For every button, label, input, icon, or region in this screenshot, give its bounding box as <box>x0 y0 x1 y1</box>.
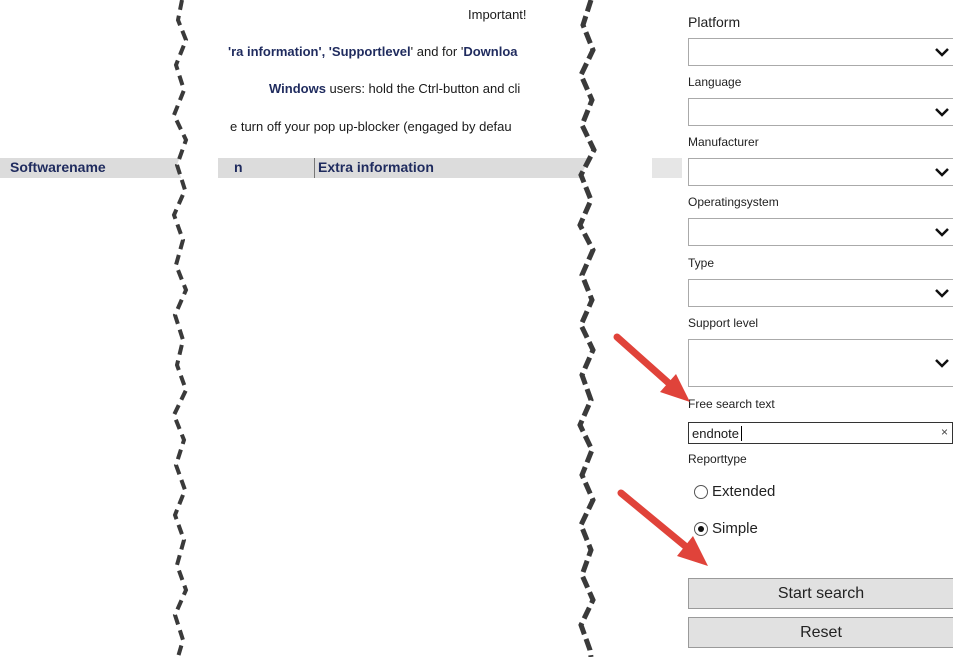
chevron-down-icon <box>935 228 949 237</box>
column-header-extra-information[interactable]: Extra information <box>318 159 434 175</box>
chevron-down-icon <box>935 289 949 298</box>
info-supportlevel: Supportlevel <box>331 44 411 59</box>
support-level-label: Support level <box>688 316 759 330</box>
language-label: Language <box>688 75 742 89</box>
operatingsystem-label: Operatingsystem <box>688 195 779 209</box>
column-header-softwarename[interactable]: Softwarename <box>10 159 106 175</box>
free-search-input[interactable]: endnote × <box>688 422 953 444</box>
manufacturer-select[interactable] <box>688 158 953 186</box>
clear-icon[interactable]: × <box>941 425 948 439</box>
torn-edge-middle-left <box>218 0 230 140</box>
torn-edge-left <box>171 0 198 657</box>
important-heading: Important! <box>468 7 527 22</box>
table-header-middle: n Extra information <box>218 158 608 178</box>
search-panel: Platform Language Manufacturer Operating… <box>688 0 953 657</box>
radio-simple[interactable]: Simple <box>694 520 758 537</box>
info-download: Downloa <box>463 44 518 59</box>
manufacturer-label: Manufacturer <box>688 135 759 149</box>
radio-extended-label: Extended <box>712 483 776 500</box>
left-strip: Softwarename <box>0 0 198 657</box>
reset-button[interactable]: Reset <box>688 617 953 648</box>
start-search-button[interactable]: Start search <box>688 578 953 609</box>
free-search-label: Free search text <box>688 397 775 411</box>
radio-checked-icon[interactable] <box>694 521 708 536</box>
info-line-popup: e turn off your pop up-blocker (engaged … <box>230 119 512 134</box>
arrow-icon <box>613 333 690 402</box>
info-windows: Windows <box>269 81 326 96</box>
platform-label: Platform <box>688 14 741 30</box>
free-search-value: endnote <box>692 426 739 441</box>
radio-unchecked-icon[interactable] <box>694 484 708 499</box>
info-ctrl-text: users: hold the Ctrl-button and cli <box>325 81 521 96</box>
column-separator <box>314 158 315 178</box>
info-line-fields: 'ra information', 'Supportlevel' and for… <box>228 44 518 59</box>
table-header-left: Softwarename <box>0 158 190 178</box>
torn-edge-middle-right <box>577 0 608 657</box>
type-select[interactable] <box>688 279 953 307</box>
chevron-down-icon <box>935 108 949 117</box>
chevron-down-icon <box>935 359 949 368</box>
radio-simple-label: Simple <box>712 520 758 537</box>
operatingsystem-select[interactable] <box>688 218 953 246</box>
chevron-down-icon <box>935 48 949 57</box>
chevron-down-icon <box>935 168 949 177</box>
text-caret <box>741 426 742 441</box>
radio-extended[interactable]: Extended <box>694 483 775 500</box>
type-label: Type <box>688 256 715 270</box>
middle-strip: Important! 'ra information', 'Supportlev… <box>218 0 608 657</box>
support-level-select[interactable] <box>688 339 953 387</box>
platform-select[interactable] <box>688 38 953 66</box>
table-header-right-fragment <box>652 158 682 178</box>
language-select[interactable] <box>688 98 953 126</box>
reporttype-label: Reporttype <box>688 452 747 466</box>
info-fragment-2: ' and for ' <box>410 44 464 59</box>
info-line-windows: Windows users: hold the Ctrl-button and … <box>269 81 520 96</box>
